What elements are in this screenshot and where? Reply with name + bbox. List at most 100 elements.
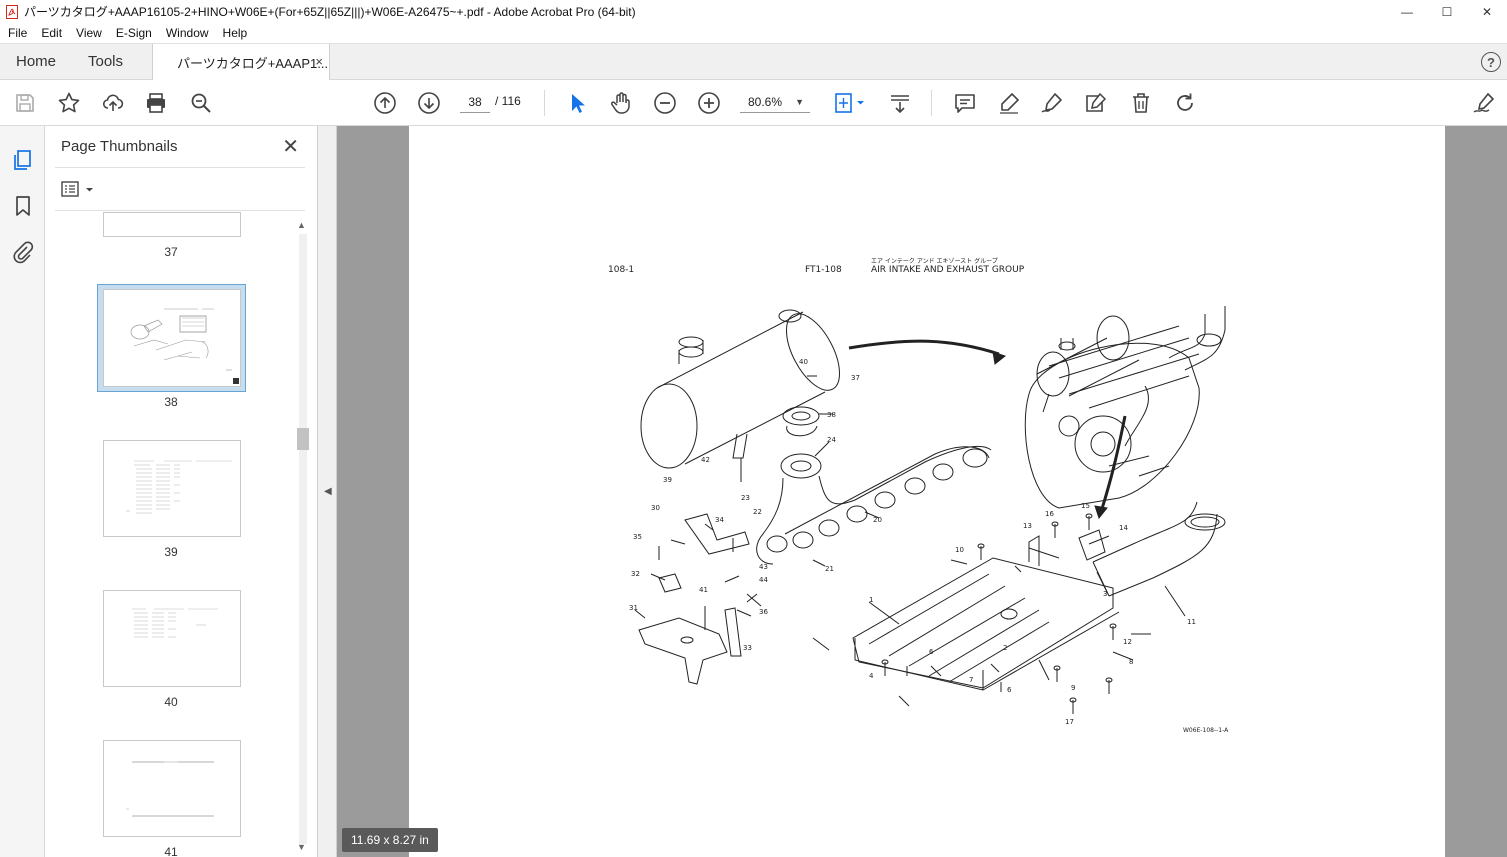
scroll-down-icon[interactable]: ▼ bbox=[297, 842, 306, 852]
select-arrow-icon[interactable] bbox=[565, 91, 589, 115]
thumbnail-preview-41 bbox=[126, 761, 214, 817]
trash-icon[interactable] bbox=[1129, 91, 1153, 115]
thumbnail-preview-38 bbox=[130, 308, 239, 384]
title-bar: パーツカタログ+AAAP16105-2+HINO+W06E+(For+65Z||… bbox=[0, 0, 1507, 23]
part-label: 37 bbox=[851, 374, 860, 382]
menu-file[interactable]: File bbox=[0, 26, 33, 40]
acrobat-pdf-icon bbox=[6, 4, 18, 19]
highlight-pen-icon[interactable] bbox=[997, 91, 1021, 115]
comment-icon[interactable] bbox=[953, 91, 977, 115]
part-label: 24 bbox=[827, 436, 836, 444]
page-size-badge: 11.69 x 8.27 in bbox=[342, 828, 438, 852]
part-label: 44 bbox=[759, 576, 768, 584]
prev-page-icon[interactable] bbox=[373, 91, 397, 115]
panel-divider bbox=[55, 210, 305, 211]
panel-title: Page Thumbnails bbox=[61, 138, 178, 155]
thumbnail-scrollbar[interactable]: ▲ ▼ bbox=[295, 218, 311, 857]
print-icon[interactable] bbox=[144, 91, 168, 115]
save-icon[interactable] bbox=[13, 91, 37, 115]
part-label: 4 bbox=[869, 672, 874, 680]
part-label: 21 bbox=[825, 565, 834, 573]
thumbnail-label: 40 bbox=[164, 695, 178, 709]
zoom-level-value: 80.6% bbox=[748, 95, 783, 109]
zoom-out-icon[interactable] bbox=[653, 91, 677, 115]
close-panel-button[interactable]: ✕ bbox=[282, 134, 299, 159]
part-label: 15 bbox=[1081, 502, 1090, 510]
thumbnail-page-37[interactable] bbox=[103, 212, 241, 237]
part-label: 2 bbox=[1003, 644, 1007, 652]
document-viewport[interactable]: 108-1 FT1-108 エア インテーク アンド エキゾースト グループ A… bbox=[337, 126, 1507, 857]
tab-tools[interactable]: Tools bbox=[88, 53, 123, 70]
rotate-icon[interactable] bbox=[1173, 91, 1197, 115]
part-label: 40 bbox=[799, 358, 808, 366]
exploded-parts-diagram: 1 2 3 4 6 6 7 8 9 10 11 12 13 14 15 16 1… bbox=[629, 306, 1226, 726]
thumbnail-page-39[interactable] bbox=[103, 440, 241, 537]
maximize-button[interactable]: ☐ bbox=[1427, 0, 1467, 23]
next-page-icon[interactable] bbox=[417, 91, 441, 115]
thumbnails-panel: Page Thumbnails ✕ 37 38 39 40 41 ▲ ▼ bbox=[45, 126, 318, 857]
share-upload-icon[interactable] bbox=[101, 91, 125, 115]
tab-document[interactable]: パーツカタログ+AAAP1... × bbox=[152, 44, 330, 81]
part-label: 6 bbox=[929, 648, 934, 656]
part-label: 22 bbox=[753, 508, 762, 516]
hand-icon[interactable] bbox=[609, 91, 633, 115]
fill-sign-icon[interactable] bbox=[1472, 91, 1496, 115]
part-label: 12 bbox=[1123, 638, 1132, 646]
part-label: 32 bbox=[631, 570, 640, 578]
toolbar-divider bbox=[544, 90, 545, 116]
left-rail bbox=[0, 126, 45, 857]
thumbnail-options-icon[interactable] bbox=[61, 180, 95, 200]
bookmark-icon[interactable] bbox=[11, 194, 35, 218]
chevron-down-icon: ▼ bbox=[795, 97, 804, 107]
part-label: 6 bbox=[1007, 686, 1012, 694]
scrollbar-track[interactable] bbox=[299, 234, 307, 844]
menu-help[interactable]: Help bbox=[215, 26, 254, 40]
part-label: 16 bbox=[1045, 510, 1054, 518]
panel-collapse-handle[interactable]: ◀ bbox=[318, 126, 337, 857]
part-label: 14 bbox=[1119, 524, 1128, 532]
menu-window[interactable]: Window bbox=[158, 26, 215, 40]
part-label: 13 bbox=[1023, 522, 1032, 530]
menu-edit[interactable]: Edit bbox=[33, 26, 68, 40]
page-number-input[interactable]: 38 bbox=[460, 91, 490, 113]
close-window-button[interactable]: ✕ bbox=[1467, 0, 1507, 23]
find-zoom-icon[interactable] bbox=[189, 91, 213, 115]
thumbnail-page-38[interactable] bbox=[103, 289, 241, 387]
part-label: 8 bbox=[1129, 658, 1133, 666]
minimize-button[interactable]: — bbox=[1387, 0, 1427, 23]
toolbar-divider bbox=[931, 90, 932, 116]
scroll-up-icon[interactable]: ▲ bbox=[297, 220, 306, 230]
tab-bar: Home Tools パーツカタログ+AAAP1... × ? bbox=[0, 43, 1507, 81]
part-label: 31 bbox=[629, 604, 638, 612]
pdf-page: 108-1 FT1-108 エア インテーク アンド エキゾースト グループ A… bbox=[409, 126, 1445, 857]
document-tab-label: パーツカタログ+AAAP1... bbox=[177, 56, 329, 71]
close-tab-button[interactable]: × bbox=[315, 54, 323, 69]
thumbnail-label: 38 bbox=[164, 395, 178, 409]
thumbnail-preview-40 bbox=[132, 608, 218, 638]
scrollbar-thumb[interactable] bbox=[297, 428, 309, 450]
edit-tag-icon[interactable] bbox=[1084, 91, 1108, 115]
attachment-icon[interactable] bbox=[11, 240, 35, 264]
thumbnail-label: 37 bbox=[164, 245, 178, 259]
thumbnail-page-41[interactable] bbox=[103, 740, 241, 837]
part-label: 33 bbox=[743, 644, 752, 652]
menu-esign[interactable]: E-Sign bbox=[108, 26, 158, 40]
part-label: 23 bbox=[741, 494, 750, 502]
page-thumbnails-icon[interactable] bbox=[11, 148, 35, 172]
tab-home[interactable]: Home bbox=[16, 53, 56, 70]
thumbnail-page-40[interactable] bbox=[103, 590, 241, 687]
zoom-in-icon[interactable] bbox=[697, 91, 721, 115]
zoom-level-select[interactable]: 80.6% ▼ bbox=[740, 91, 810, 113]
part-label: 34 bbox=[715, 516, 724, 524]
menu-view[interactable]: View bbox=[68, 26, 108, 40]
star-icon[interactable] bbox=[57, 91, 81, 115]
sign-pen-icon[interactable] bbox=[1040, 91, 1064, 115]
window-title: パーツカタログ+AAAP16105-2+HINO+W06E+(For+65Z||… bbox=[24, 5, 636, 19]
scroll-mode-icon[interactable] bbox=[888, 91, 912, 115]
part-label: 3 bbox=[1103, 590, 1107, 598]
part-label: 20 bbox=[873, 516, 882, 524]
help-icon[interactable]: ? bbox=[1481, 52, 1501, 72]
thumbnail-label: 41 bbox=[164, 845, 178, 857]
part-label: 30 bbox=[651, 504, 660, 512]
page-fit-icon[interactable] bbox=[833, 91, 867, 115]
